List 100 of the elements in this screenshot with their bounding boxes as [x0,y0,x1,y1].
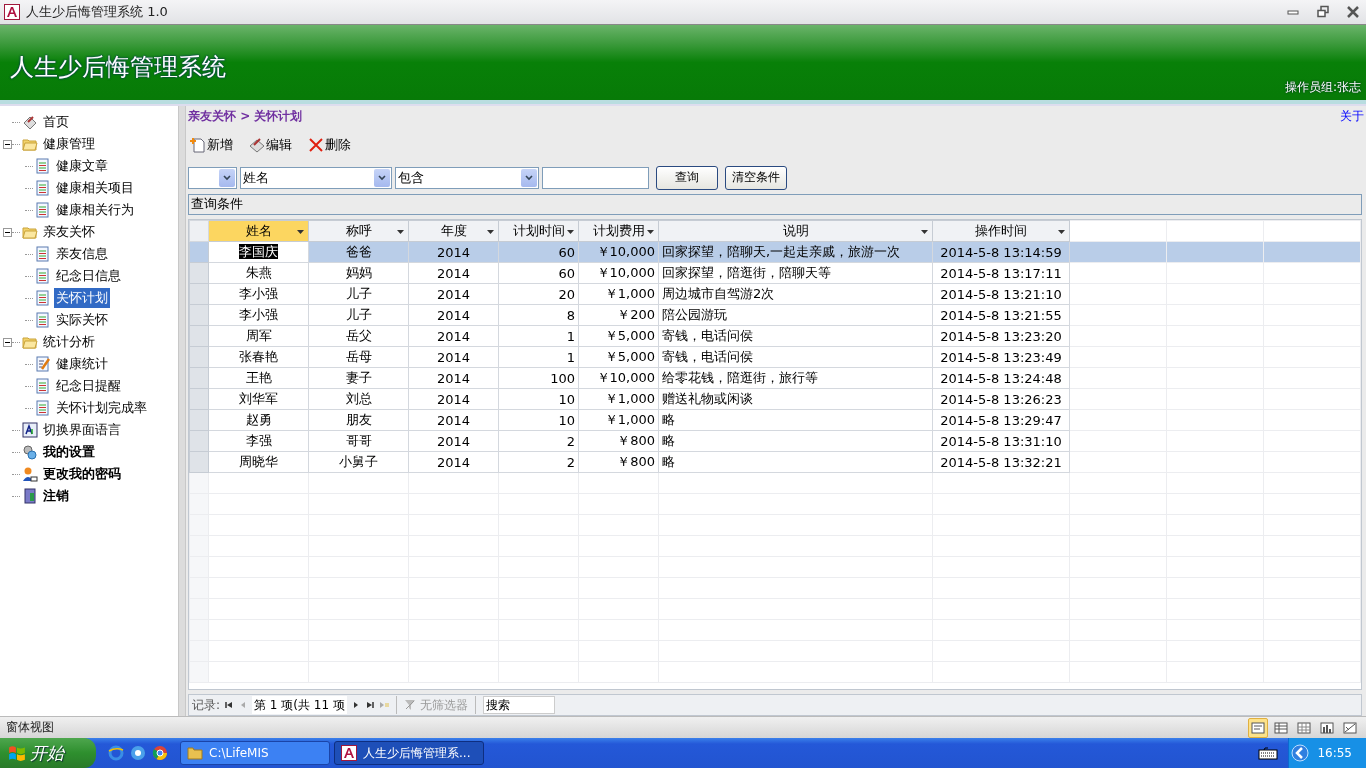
table-cell: 2014 [408,367,499,389]
caret-icon[interactable] [487,230,494,235]
table-cell: 李强 [208,430,309,452]
table-cell: 1 [498,346,579,368]
table-cell: 2014-5-8 13:29:47 [932,409,1070,431]
table-cell: 儿子 [308,304,409,326]
tree-item[interactable]: 实际关怀 [54,310,110,330]
operator-dropdown[interactable]: 包含 [395,166,539,189]
field-dropdown[interactable] [188,166,237,189]
tree-item[interactable]: 亲友关怀 [41,222,97,242]
tree-item[interactable]: 纪念日提醒 [54,376,123,396]
form-view-icon[interactable] [1248,717,1268,738]
table-cell: 2014-5-8 13:31:10 [932,430,1070,452]
column-header[interactable]: 年度 [408,220,499,242]
condition-field[interactable]: 查询条件 [188,193,1362,216]
collapse-toggle-icon[interactable] [3,139,12,149]
table-cell: 2 [498,451,579,473]
table-cell: 略 [658,430,933,452]
table-cell: 李小强 [208,304,309,326]
table-cell: 周边城市自驾游2次 [658,283,933,305]
taskbar-button[interactable]: 人生少后悔管理系... [334,741,484,765]
user-icon [22,466,38,482]
folder-icon [22,136,38,152]
edit-button[interactable]: 编辑 [247,135,294,154]
document-icon [35,400,51,416]
table-cell: 2014 [408,430,499,452]
tree-item[interactable]: 关怀计划 [54,288,110,308]
new-page-icon [190,136,206,153]
caret-icon[interactable] [1058,230,1065,235]
collapse-toggle-icon[interactable] [3,227,12,237]
browser-icon[interactable] [130,745,146,761]
table-cell: ￥800 [578,451,659,473]
caret-icon[interactable] [921,230,928,235]
table-cell: 王艳 [208,367,309,389]
clock: 16:55 [1317,746,1352,760]
column-header[interactable]: 计划时间 [498,220,579,242]
keyboard-icon[interactable] [1258,746,1279,760]
caret-icon[interactable] [297,230,304,235]
restore-icon[interactable] [1316,5,1330,19]
tree-item[interactable]: 纪念日信息 [54,266,123,286]
table-cell: 张春艳 [208,346,309,368]
tree-item[interactable]: 注销 [41,486,71,506]
operator-label: 操作员组:张志 [1284,79,1361,96]
chevron-left-icon[interactable] [1291,744,1310,762]
add-button[interactable]: 新增 [188,135,235,154]
tree-item[interactable]: 更改我的密码 [41,464,123,484]
start-button[interactable]: 开始 [0,738,96,768]
house-pen-icon [22,114,38,130]
table-cell: 100 [498,367,579,389]
document-icon [35,158,51,174]
table-cell: 李小强 [208,283,309,305]
document-icon [35,180,51,196]
table-cell: 2014 [408,262,499,284]
table-cell: 2014 [408,283,499,305]
field-dropdown[interactable]: 姓名 [240,166,392,189]
tree-item[interactable]: 首页 [41,112,71,132]
table-cell: 2014 [408,409,499,431]
query-button[interactable]: 查询 [656,165,718,190]
table-cell: 2014-5-8 13:17:11 [932,262,1070,284]
about-link[interactable]: 关于 [1340,108,1364,126]
table-cell: 陪公园游玩 [658,304,933,326]
collapse-toggle-icon[interactable] [3,337,12,347]
close-icon[interactable] [1346,5,1360,19]
table-cell: 2014-5-8 13:23:49 [932,346,1070,368]
value-input[interactable] [542,166,649,189]
table-cell: ￥200 [578,304,659,326]
tree-item[interactable]: 健康统计 [54,354,110,374]
tree-item[interactable]: 关怀计划完成率 [54,398,149,418]
browser-icon[interactable] [108,745,124,761]
column-header[interactable]: 姓名 [208,220,309,242]
tree-item[interactable]: 切换界面语言 [41,420,123,440]
caret-icon[interactable] [647,230,654,235]
tree-item[interactable]: 健康管理 [41,134,97,154]
caret-icon[interactable] [567,230,574,235]
taskbar-button[interactable]: C:\LifeMIS [180,741,330,765]
column-header[interactable]: 操作时间 [932,220,1070,242]
delete-button[interactable]: 删除 [306,135,353,154]
table-cell: 10 [498,409,579,431]
tree-item[interactable]: 健康相关项目 [54,178,136,198]
tree-item[interactable]: 健康文章 [54,156,110,176]
column-header[interactable]: 称呼 [308,220,409,242]
table-cell: 略 [658,451,933,473]
column-header[interactable]: 说明 [658,220,933,242]
tree-item[interactable]: 我的设置 [41,442,97,462]
tree-item[interactable]: 亲友信息 [54,244,110,264]
column-header[interactable]: 计划费用 [578,220,659,242]
tree-item[interactable]: 统计分析 [41,332,97,352]
browser-icon[interactable] [152,745,168,761]
table-cell: 寄钱，电话问侯 [658,346,933,368]
clear-button[interactable]: 清空条件 [725,165,787,190]
pen-diamond-icon [249,136,265,153]
table-cell: ￥1,000 [578,409,659,431]
caret-icon[interactable] [397,230,404,235]
table-cell: 2014-5-8 13:24:48 [932,367,1070,389]
tree-item[interactable]: 健康相关行为 [54,200,136,220]
table-cell: 周军 [208,325,309,347]
table-cell: 岳父 [308,325,409,347]
table-cell: 回家探望，陪聊天,一起走亲戚，旅游一次 [658,241,933,263]
table-cell: 2014-5-8 13:21:10 [932,283,1070,305]
folder-icon [22,224,38,240]
